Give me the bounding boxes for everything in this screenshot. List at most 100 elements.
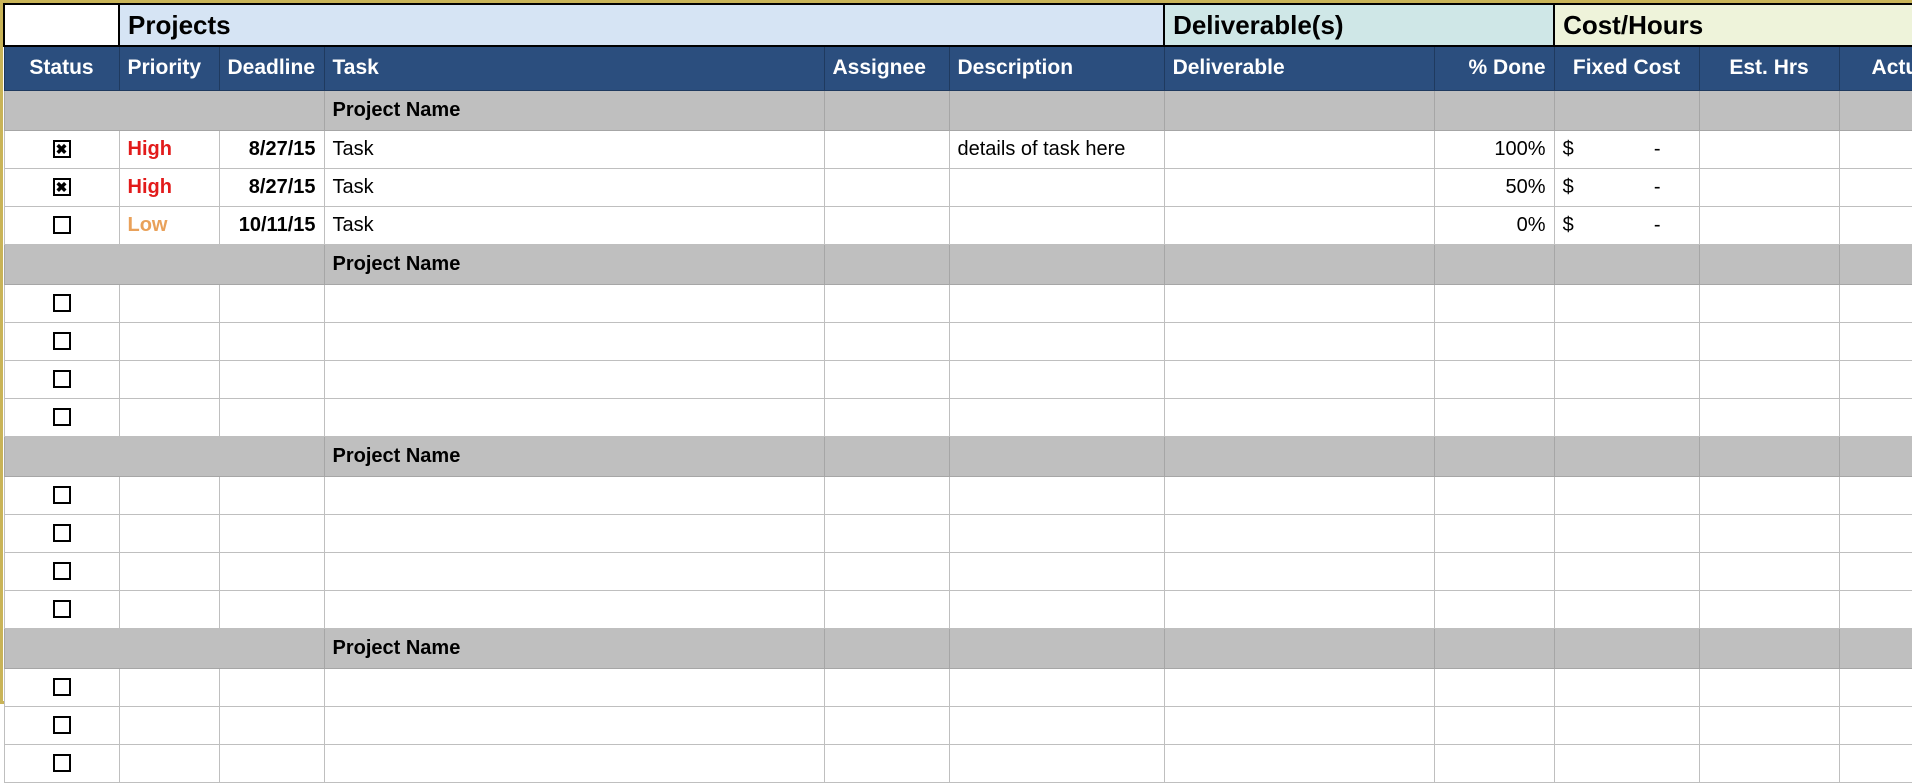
description-cell[interactable]: details of task here (949, 130, 1164, 168)
deadline-cell[interactable] (219, 398, 324, 436)
task-cell[interactable] (324, 360, 824, 398)
status-checkbox-icon[interactable] (53, 716, 71, 734)
priority-cell[interactable] (119, 590, 219, 628)
pct-done-cell[interactable] (1434, 398, 1554, 436)
status-cell[interactable] (4, 360, 119, 398)
cell[interactable] (1434, 244, 1554, 284)
status-cell[interactable] (4, 284, 119, 322)
status-checkbox-icon[interactable]: ✖ (53, 140, 71, 158)
priority-cell[interactable] (119, 360, 219, 398)
deliverable-cell[interactable] (1164, 668, 1434, 706)
pct-done-cell[interactable] (1434, 476, 1554, 514)
pct-done-cell[interactable] (1434, 552, 1554, 590)
status-checkbox-icon[interactable] (53, 332, 71, 350)
pct-done-cell[interactable] (1434, 284, 1554, 322)
actual-hrs-cell[interactable] (1839, 206, 1912, 244)
deadline-cell[interactable] (219, 590, 324, 628)
fixed-cost-cell[interactable] (1554, 476, 1699, 514)
cell[interactable] (949, 90, 1164, 130)
deliverable-cell[interactable] (1164, 552, 1434, 590)
pct-done-cell[interactable]: 100% (1434, 130, 1554, 168)
pct-done-cell[interactable] (1434, 514, 1554, 552)
description-cell[interactable] (949, 668, 1164, 706)
pct-done-cell[interactable] (1434, 744, 1554, 782)
deadline-cell[interactable] (219, 552, 324, 590)
status-checkbox-icon[interactable] (53, 678, 71, 696)
section-cost-hours[interactable]: Cost/Hours (1554, 4, 1912, 46)
task-cell[interactable] (324, 744, 824, 782)
status-cell[interactable] (4, 552, 119, 590)
deliverable-cell[interactable] (1164, 514, 1434, 552)
deliverable-cell[interactable] (1164, 744, 1434, 782)
status-checkbox-icon[interactable] (53, 524, 71, 542)
status-checkbox-icon[interactable] (53, 370, 71, 388)
cell[interactable] (949, 628, 1164, 668)
priority-cell[interactable] (119, 476, 219, 514)
task-cell[interactable] (324, 590, 824, 628)
header-status[interactable]: Status (4, 46, 119, 90)
deadline-cell[interactable] (219, 706, 324, 744)
task-cell[interactable]: Task (324, 168, 824, 206)
fixed-cost-cell[interactable]: $- (1554, 130, 1699, 168)
header-deadline[interactable]: Deadline (219, 46, 324, 90)
task-cell[interactable] (324, 552, 824, 590)
est-hrs-cell[interactable] (1699, 206, 1839, 244)
assignee-cell[interactable] (824, 514, 949, 552)
task-cell[interactable] (324, 706, 824, 744)
cell[interactable] (1164, 244, 1434, 284)
assignee-cell[interactable] (824, 668, 949, 706)
deliverable-cell[interactable] (1164, 398, 1434, 436)
pct-done-cell[interactable]: 0% (1434, 206, 1554, 244)
fixed-cost-cell[interactable] (1554, 514, 1699, 552)
status-checkbox-icon[interactable] (53, 562, 71, 580)
est-hrs-cell[interactable] (1699, 398, 1839, 436)
fixed-cost-cell[interactable] (1554, 284, 1699, 322)
fixed-cost-cell[interactable] (1554, 398, 1699, 436)
priority-cell[interactable] (119, 668, 219, 706)
status-cell[interactable] (4, 206, 119, 244)
status-checkbox-icon[interactable] (53, 408, 71, 426)
status-checkbox-icon[interactable] (53, 754, 71, 772)
deadline-cell[interactable] (219, 284, 324, 322)
assignee-cell[interactable] (824, 476, 949, 514)
task-cell[interactable] (324, 284, 824, 322)
deadline-cell[interactable]: 10/11/15 (219, 206, 324, 244)
deadline-cell[interactable]: 8/27/15 (219, 130, 324, 168)
header-task[interactable]: Task (324, 46, 824, 90)
cell[interactable] (949, 244, 1164, 284)
cell[interactable] (1699, 436, 1839, 476)
fixed-cost-cell[interactable] (1554, 552, 1699, 590)
est-hrs-cell[interactable] (1699, 360, 1839, 398)
est-hrs-cell[interactable] (1699, 130, 1839, 168)
deliverable-cell[interactable] (1164, 130, 1434, 168)
status-cell[interactable]: ✖ (4, 168, 119, 206)
actual-hrs-cell[interactable] (1839, 168, 1912, 206)
status-cell[interactable] (4, 322, 119, 360)
actual-hrs-cell[interactable] (1839, 668, 1912, 706)
description-cell[interactable] (949, 514, 1164, 552)
actual-hrs-cell[interactable] (1839, 322, 1912, 360)
project-name-pad[interactable] (4, 436, 324, 476)
actual-hrs-cell[interactable] (1839, 130, 1912, 168)
est-hrs-cell[interactable] (1699, 744, 1839, 782)
status-cell[interactable] (4, 744, 119, 782)
cell[interactable] (1554, 628, 1699, 668)
fixed-cost-cell[interactable] (1554, 322, 1699, 360)
deadline-cell[interactable]: 8/27/15 (219, 168, 324, 206)
fixed-cost-cell[interactable] (1554, 668, 1699, 706)
task-cell[interactable] (324, 322, 824, 360)
task-cell[interactable] (324, 476, 824, 514)
deliverable-cell[interactable] (1164, 706, 1434, 744)
description-cell[interactable] (949, 590, 1164, 628)
pct-done-cell[interactable] (1434, 322, 1554, 360)
header-fixed-cost[interactable]: Fixed Cost (1554, 46, 1699, 90)
deliverable-cell[interactable] (1164, 590, 1434, 628)
status-cell[interactable] (4, 398, 119, 436)
status-cell[interactable] (4, 476, 119, 514)
header-est-hrs[interactable]: Est. Hrs (1699, 46, 1839, 90)
assignee-cell[interactable] (824, 322, 949, 360)
est-hrs-cell[interactable] (1699, 284, 1839, 322)
status-cell[interactable] (4, 668, 119, 706)
task-cell[interactable] (324, 398, 824, 436)
assignee-cell[interactable] (824, 168, 949, 206)
